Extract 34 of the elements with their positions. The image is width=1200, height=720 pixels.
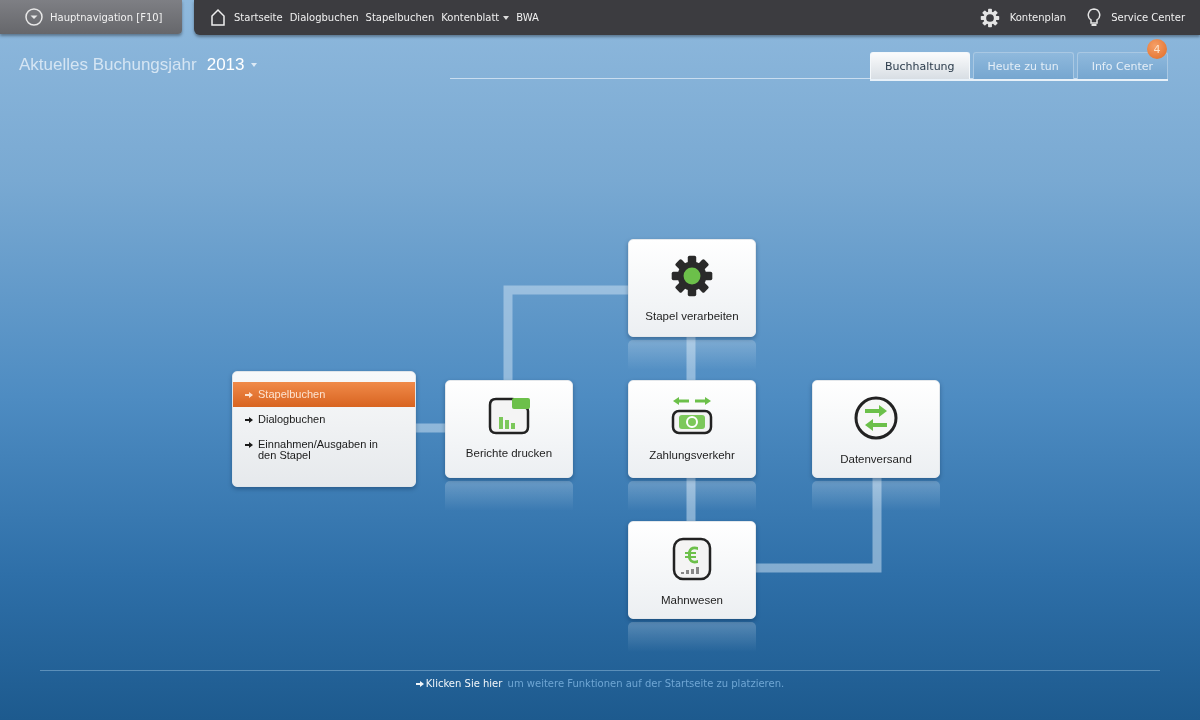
home-icon[interactable] — [210, 7, 226, 28]
gear-icon — [979, 7, 1000, 28]
caret-icon — [250, 63, 257, 67]
euro-document-icon — [671, 536, 713, 582]
function-card[interactable]: Datenversand — [812, 380, 940, 478]
nav-link[interactable]: Startseite — [234, 12, 283, 23]
nav-link[interactable]: Dialogbuchen — [289, 12, 359, 23]
tab[interactable]: Buchhaltung — [870, 52, 970, 79]
dropdown-circle-icon — [25, 8, 43, 26]
notification-badge: 4 — [1147, 39, 1167, 59]
footer-hint: um weitere Funktionen auf der Startseite zu platzieren. — [506, 677, 785, 689]
footer-link[interactable]: Klicken Sie hier — [425, 677, 503, 689]
arrow-icon — [415, 680, 424, 688]
gear-icon — [670, 254, 714, 298]
arrow-icon — [245, 416, 253, 424]
function-card[interactable]: Berichte drucken — [445, 380, 573, 478]
nav-link[interactable]: Stapelbuchen — [365, 12, 435, 23]
money-transfer-icon — [669, 395, 715, 437]
menu-item[interactable]: Einnahmen/Ausgaben in den Stapel — [233, 432, 415, 468]
arrow-icon — [245, 441, 253, 449]
function-card[interactable]: Mahnwesen — [628, 521, 756, 619]
nav-link[interactable]: Service Center — [1087, 7, 1185, 28]
menu-item[interactable]: Dialogbuchen — [233, 407, 415, 432]
nav-link[interactable]: Kontenblatt — [441, 12, 510, 23]
nav-link[interactable]: BWA — [516, 12, 539, 23]
function-card[interactable]: Stapel verarbeiten — [628, 239, 756, 337]
exchange-arrows-icon — [853, 395, 899, 441]
main-navigation-button[interactable]: Hauptnavigation [F10] — [0, 0, 182, 34]
arrow-icon — [245, 391, 253, 399]
function-card[interactable]: Zahlungsverkehr — [628, 380, 756, 478]
report-icon — [486, 395, 532, 435]
year-label: Aktuelles Buchungsjahr — [19, 55, 197, 75]
lightbulb-icon — [1087, 7, 1102, 28]
nav-link[interactable]: Kontenplan — [979, 7, 1067, 28]
